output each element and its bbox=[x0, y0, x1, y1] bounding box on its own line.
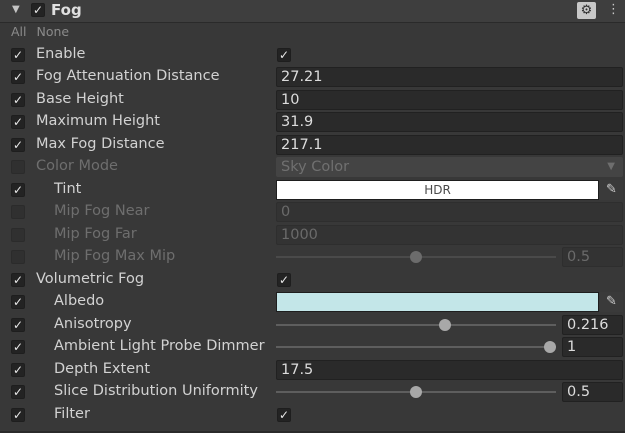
property-label: Max Fog Distance bbox=[36, 136, 165, 152]
override-checkbox[interactable]: ✓ bbox=[11, 273, 25, 287]
enable-toggle[interactable]: ✓ bbox=[277, 48, 291, 62]
filter-toggle[interactable]: ✓ bbox=[277, 408, 291, 422]
row-depth-extent: ✓ Depth Extent 17.5 bbox=[0, 359, 625, 381]
row-mip-fog-near: Mip Fog Near 0 bbox=[0, 201, 625, 223]
row-tint: ✓ Tint HDR ✎ bbox=[0, 179, 625, 201]
preset-settings-icon[interactable]: ⚙ bbox=[577, 2, 596, 19]
override-checkbox[interactable]: ✓ bbox=[11, 295, 25, 309]
override-checkbox[interactable]: ✓ bbox=[11, 115, 25, 129]
tint-color-field[interactable]: HDR bbox=[276, 180, 599, 200]
anisotropy-field[interactable]: 0.216 bbox=[562, 315, 623, 335]
property-label: Depth Extent bbox=[54, 361, 150, 377]
override-checkbox[interactable] bbox=[11, 160, 25, 174]
property-label: Mip Fog Near bbox=[54, 203, 150, 219]
row-enable: ✓ Enable ✓ bbox=[0, 44, 625, 66]
row-slice-distribution-uniformity: ✓ Slice Distribution Uniformity 0.5 bbox=[0, 381, 625, 403]
slider-thumb[interactable] bbox=[410, 251, 422, 263]
foldout-arrow-icon[interactable]: ▼ bbox=[12, 4, 20, 15]
override-checkbox[interactable] bbox=[11, 250, 25, 264]
property-label: Enable bbox=[36, 46, 86, 62]
override-checkbox[interactable]: ✓ bbox=[11, 385, 25, 399]
property-label: Tint bbox=[54, 181, 82, 197]
ambient-light-probe-dimmer-field[interactable]: 1 bbox=[562, 337, 623, 357]
slider-thumb[interactable] bbox=[410, 386, 422, 398]
slider-track[interactable] bbox=[276, 346, 556, 348]
property-label: Filter bbox=[54, 406, 90, 422]
eyedropper-icon[interactable]: ✎ bbox=[600, 292, 623, 312]
maximum-height-field[interactable]: 31.9 bbox=[276, 112, 623, 132]
max-fog-distance-field[interactable]: 217.1 bbox=[276, 135, 623, 155]
component-header: ▼ ✓ Fog ⚙ ⋮ bbox=[0, 0, 625, 23]
property-label: Color Mode bbox=[36, 158, 118, 174]
mip-fog-far-field[interactable]: 1000 bbox=[276, 225, 623, 245]
row-mip-fog-far: Mip Fog Far 1000 bbox=[0, 224, 625, 246]
row-albedo: ✓ Albedo ✎ bbox=[0, 291, 625, 313]
override-checkbox[interactable]: ✓ bbox=[11, 408, 25, 422]
override-checkbox[interactable]: ✓ bbox=[11, 48, 25, 62]
mip-fog-near-field[interactable]: 0 bbox=[276, 202, 623, 222]
row-mip-fog-max-mip: Mip Fog Max Mip 0.5 bbox=[0, 246, 625, 268]
property-label: Fog Attenuation Distance bbox=[36, 68, 220, 84]
row-color-mode: Color Mode Sky Color ▼ bbox=[0, 156, 625, 178]
fog-attenuation-distance-field[interactable]: 27.21 bbox=[276, 67, 623, 87]
row-volumetric-fog: ✓ Volumetric Fog ✓ bbox=[0, 269, 625, 291]
override-checkbox[interactable]: ✓ bbox=[11, 363, 25, 377]
row-max-fog-distance: ✓ Max Fog Distance 217.1 bbox=[0, 134, 625, 156]
override-checkbox[interactable]: ✓ bbox=[11, 183, 25, 197]
more-options-icon[interactable]: ⋮ bbox=[607, 2, 620, 17]
row-fog-attenuation-distance: ✓ Fog Attenuation Distance 27.21 bbox=[0, 66, 625, 88]
row-anisotropy: ✓ Anisotropy 0.216 bbox=[0, 314, 625, 336]
slice-distribution-uniformity-field[interactable]: 0.5 bbox=[562, 382, 623, 402]
slider-thumb[interactable] bbox=[438, 319, 451, 331]
volumetric-fog-toggle[interactable]: ✓ bbox=[277, 273, 291, 287]
chevron-down-icon: ▼ bbox=[607, 161, 615, 172]
property-label: Mip Fog Max Mip bbox=[54, 248, 176, 264]
depth-extent-field[interactable]: 17.5 bbox=[276, 360, 623, 380]
override-checkbox[interactable]: ✓ bbox=[11, 93, 25, 107]
property-label: Mip Fog Far bbox=[54, 226, 137, 242]
override-checkbox[interactable]: ✓ bbox=[11, 138, 25, 152]
property-label: Anisotropy bbox=[54, 316, 132, 332]
override-quick-toggles: All None bbox=[11, 24, 75, 39]
property-label: Volumetric Fog bbox=[36, 271, 145, 287]
override-checkbox[interactable]: ✓ bbox=[11, 318, 25, 332]
override-checkbox[interactable]: ✓ bbox=[11, 340, 25, 354]
override-checkbox[interactable] bbox=[11, 205, 25, 219]
property-label: Maximum Height bbox=[36, 113, 160, 129]
row-maximum-height: ✓ Maximum Height 31.9 bbox=[0, 111, 625, 133]
property-label: Base Height bbox=[36, 91, 124, 107]
row-filter: ✓ Filter ✓ bbox=[0, 404, 625, 426]
mip-fog-max-mip-field[interactable]: 0.5 bbox=[562, 247, 623, 267]
base-height-field[interactable]: 10 bbox=[276, 90, 623, 110]
override-checkbox[interactable] bbox=[11, 228, 25, 242]
slider-track[interactable] bbox=[276, 324, 556, 326]
row-ambient-light-probe-dimmer: ✓ Ambient Light Probe Dimmer 1 bbox=[0, 336, 625, 358]
component-title: Fog bbox=[51, 1, 82, 19]
property-label: Slice Distribution Uniformity bbox=[54, 383, 258, 399]
albedo-color-field[interactable] bbox=[276, 292, 599, 312]
override-checkbox[interactable]: ✓ bbox=[11, 70, 25, 84]
property-label: Ambient Light Probe Dimmer bbox=[54, 338, 265, 354]
slider-thumb[interactable] bbox=[544, 341, 556, 353]
dropdown-value: Sky Color bbox=[281, 159, 350, 175]
component-enabled-checkbox[interactable]: ✓ bbox=[31, 3, 45, 17]
none-toggle-link[interactable]: None bbox=[36, 24, 69, 39]
row-base-height: ✓ Base Height 10 bbox=[0, 89, 625, 111]
property-label: Albedo bbox=[54, 293, 105, 309]
all-toggle-link[interactable]: All bbox=[11, 24, 27, 39]
color-mode-dropdown[interactable]: Sky Color ▼ bbox=[276, 157, 623, 177]
eyedropper-icon[interactable]: ✎ bbox=[600, 180, 623, 200]
